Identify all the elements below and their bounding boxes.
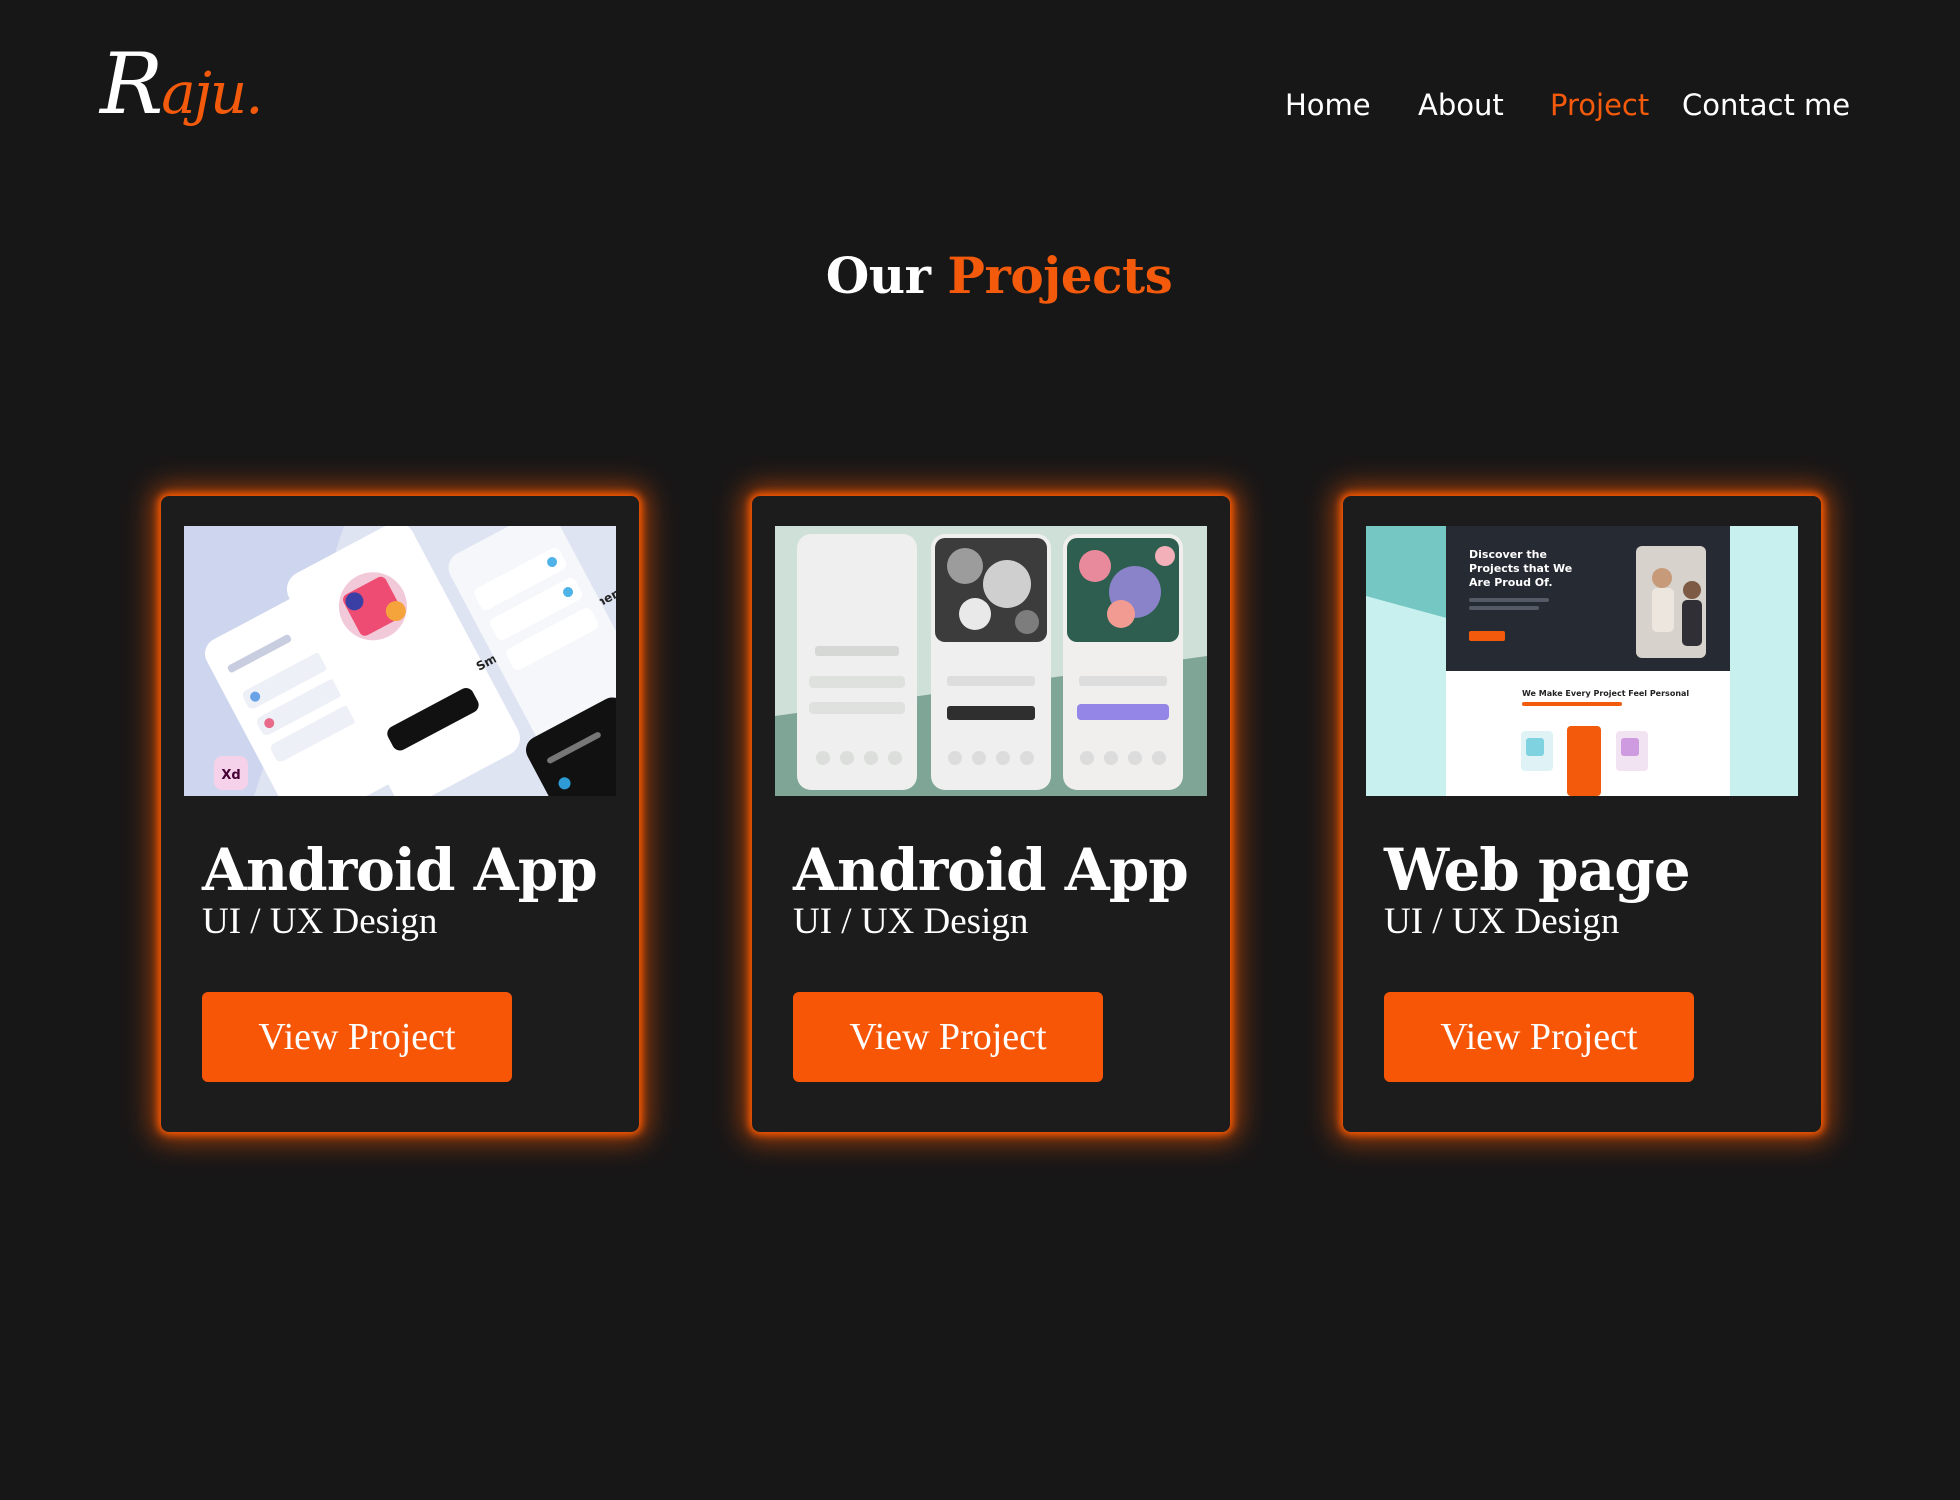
webpage-mockup-image: Discover the Projects that We Are Proud … [1366, 526, 1798, 796]
main-nav: Home About Project Contact me [0, 88, 1960, 132]
nav-project[interactable]: Project [1550, 88, 1649, 122]
card-subtitle: UI / UX Design [793, 901, 1029, 942]
view-project-button[interactable]: View Project [1384, 992, 1694, 1082]
p3-subheading: We Make Every Project Feel Personal [1522, 689, 1689, 698]
project-thumbnail: Discover the Projects that We Are Proud … [1366, 526, 1798, 796]
card-subtitle: UI / UX Design [202, 901, 438, 942]
p3-heading-3: Are Proud Of. [1469, 576, 1553, 589]
task-app-mockup-image: Smart task Management Xd [184, 526, 616, 796]
view-project-button[interactable]: View Project [202, 992, 512, 1082]
card-title: Web page [1384, 836, 1691, 904]
projects-page: Raju. Home About Project Contact me Our … [0, 0, 1960, 1500]
card-subtitle: UI / UX Design [1384, 901, 1620, 942]
section-title-accent: Projects [947, 246, 1173, 305]
nav-home[interactable]: Home [1285, 88, 1371, 122]
project-card: Android App UI / UX Design View Project [752, 496, 1230, 1132]
nav-about[interactable]: About [1418, 88, 1504, 122]
card-title: Android App [793, 836, 1189, 904]
project-thumbnail: Smart task Management Xd [184, 526, 616, 796]
view-project-button[interactable]: View Project [793, 992, 1103, 1082]
section-title-prefix: Our [825, 246, 931, 305]
project-card: Smart task Management Xd Android [161, 496, 639, 1132]
p3-heading-2: Projects that We [1469, 562, 1572, 575]
p3-heading-1: Discover the [1469, 548, 1547, 561]
section-title: Our Projects [0, 246, 1960, 305]
project-card: Discover the Projects that We Are Proud … [1343, 496, 1821, 1132]
nav-contact[interactable]: Contact me [1682, 88, 1850, 122]
android-login-mockup-image [775, 526, 1207, 796]
xd-badge: Xd [221, 768, 240, 783]
card-title: Android App [202, 836, 598, 904]
project-thumbnail [775, 526, 1207, 796]
